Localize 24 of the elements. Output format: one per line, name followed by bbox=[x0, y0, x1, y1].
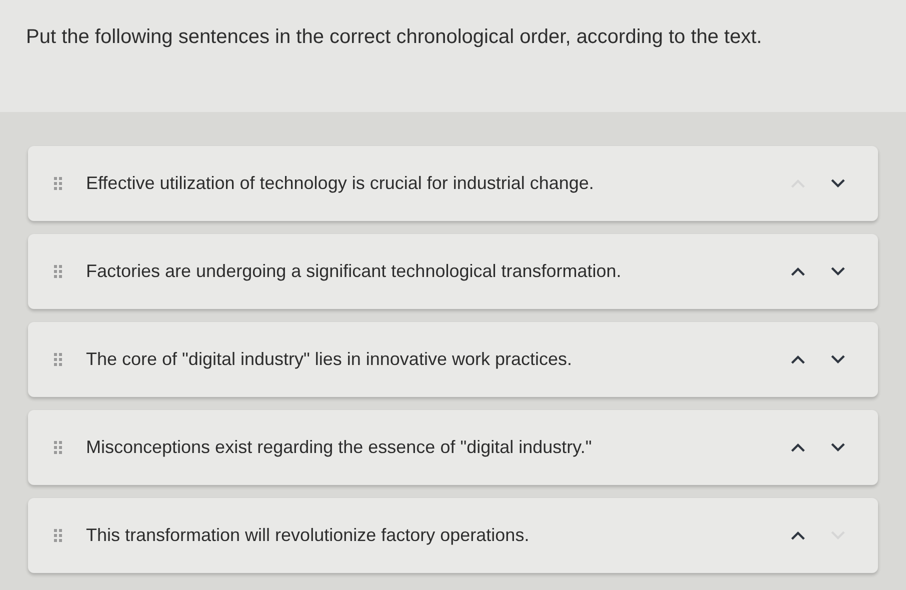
chevron-up-icon bbox=[791, 443, 805, 452]
sentence-text: Misconceptions exist regarding the essence of "digital industry." bbox=[86, 436, 593, 459]
drag-handle-icon[interactable] bbox=[54, 441, 62, 454]
sortable-item[interactable]: The core of "digital industry" lies in innovative work practices. bbox=[28, 322, 878, 397]
chevron-up-icon bbox=[791, 531, 805, 540]
sentence-text: Factories are undergoing a significant technological transformation. bbox=[86, 260, 622, 283]
drag-handle-icon[interactable] bbox=[54, 353, 62, 366]
sortable-item[interactable]: Effective utilization of technology is crucial for industrial change. bbox=[28, 146, 878, 221]
chevron-down-icon bbox=[831, 443, 845, 452]
sortable-item[interactable]: Factories are undergoing a significant technological transformation. bbox=[28, 234, 878, 309]
chevron-up-icon bbox=[791, 355, 805, 364]
question-prompt: Put the following sentences in the correct chronological order, according to the text. bbox=[26, 25, 763, 50]
sentence-text: Effective utilization of technology is crucial for industrial change. bbox=[86, 172, 595, 195]
drag-handle-icon[interactable] bbox=[54, 177, 62, 190]
drag-handle-icon[interactable] bbox=[54, 265, 62, 278]
sentence-text: The core of "digital industry" lies in innovative work practices. bbox=[86, 348, 573, 371]
sentence-text: This transformation will revolutionize factory operations. bbox=[86, 524, 530, 547]
sortable-item[interactable]: This transformation will revolutionize factory operations. bbox=[28, 498, 878, 573]
chevron-up-icon bbox=[791, 267, 805, 276]
sortable-item[interactable]: Misconceptions exist regarding the essence of "digital industry." bbox=[28, 410, 878, 485]
drag-handle-icon[interactable] bbox=[54, 529, 62, 542]
chevron-down-icon bbox=[831, 355, 845, 364]
chevron-down-icon bbox=[831, 179, 845, 188]
chevron-down-icon bbox=[831, 267, 845, 276]
